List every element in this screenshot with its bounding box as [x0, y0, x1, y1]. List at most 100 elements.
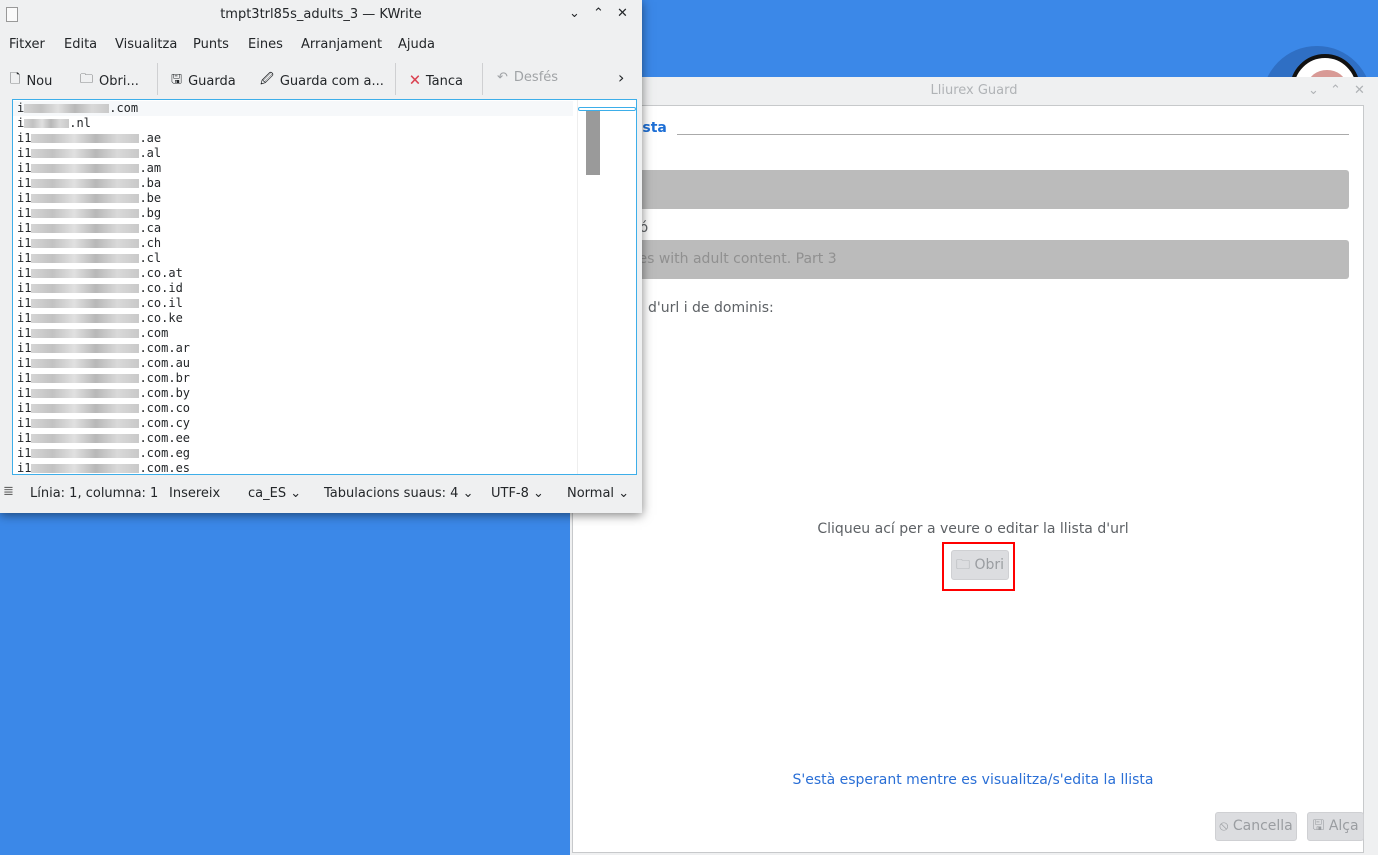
redacted-text — [31, 374, 140, 383]
chevron-down-icon: ⌄ — [462, 486, 474, 501]
window-title: Lliurex Guard — [930, 83, 1018, 98]
save-button[interactable]: 🖫 Alça — [1307, 812, 1364, 841]
redacted-text — [24, 119, 70, 128]
cursor-position[interactable]: Línia: 1, columna: 1 — [30, 486, 158, 501]
editor-line: i1 .co.id — [17, 281, 183, 296]
redacted-text — [31, 419, 140, 428]
encoding-value: UTF-8 — [491, 486, 529, 501]
editor-line: i1 .com.by — [17, 386, 190, 401]
save-button[interactable]: 🖫 Guarda — [171, 70, 236, 92]
line-suffix: .com.eg — [139, 446, 191, 460]
minimap-scrollbar[interactable] — [577, 100, 636, 474]
menu-visualitza[interactable]: Visualitza — [115, 37, 177, 52]
save-icon: 🖫 — [1312, 818, 1325, 834]
language-value: ca_ES — [248, 486, 287, 501]
minimize-icon[interactable]: ⌄ — [1308, 83, 1319, 98]
line-prefix: i1 — [17, 431, 32, 445]
undo-button[interactable]: ↶ Desfés — [497, 70, 558, 85]
name-field[interactable]: 3 — [563, 170, 1349, 209]
open-button[interactable]: 🗀 Obri — [951, 550, 1009, 580]
open-button[interactable]: 🗀 Obri... — [80, 70, 139, 92]
more-tools-chevron-icon[interactable]: › — [618, 68, 624, 87]
minimize-icon[interactable]: ⌄ — [569, 6, 580, 21]
redacted-text — [31, 389, 140, 398]
redacted-text — [31, 359, 140, 368]
lliurex-guard-window: Lliurex Guard ⌄ ⌃ ✕ llista 3 ció ages wi… — [563, 77, 1378, 855]
cancel-button[interactable]: ⦸ Cancella — [1215, 812, 1297, 841]
line-prefix: i1 — [17, 296, 32, 310]
line-prefix: i1 — [17, 251, 32, 265]
editor-line: i1 .bg — [17, 206, 161, 221]
line-prefix: i1 — [17, 176, 32, 190]
line-suffix: .bg — [139, 206, 162, 220]
line-prefix: i1 — [17, 191, 32, 205]
menu-eines[interactable]: Eines — [248, 37, 283, 52]
highlight-select[interactable]: Normal ⌄ — [567, 486, 629, 501]
prompt-text: Cliqueu ací per a veure o editar la llis… — [817, 521, 1129, 537]
redacted-text — [31, 269, 140, 278]
save-icon: 🖫 — [171, 72, 183, 87]
line-suffix: .ae — [139, 131, 162, 145]
line-suffix: .ch — [139, 236, 162, 250]
maximize-icon[interactable]: ⌃ — [593, 6, 604, 21]
line-suffix: .com.ee — [139, 431, 191, 445]
redacted-text — [31, 254, 140, 263]
line-suffix: .com — [139, 326, 169, 340]
close-doc-button[interactable]: 🗙 Tanca — [410, 70, 463, 92]
editor-line: i .nl — [17, 116, 91, 131]
editor-line: i1 .com.ar — [17, 341, 190, 356]
save-as-button[interactable]: 🖉 Guarda com a... — [260, 70, 384, 92]
redacted-text — [24, 104, 110, 113]
close-icon[interactable]: ✕ — [617, 6, 628, 21]
close-label: Tanca — [425, 73, 463, 89]
separator — [395, 63, 396, 95]
redacted-text — [31, 329, 140, 338]
line-suffix: .com — [109, 101, 139, 115]
guard-content: llista 3 ció ages with adult content. Pa… — [563, 105, 1364, 853]
redacted-text — [31, 149, 140, 158]
language-select[interactable]: ca_ES ⌄ — [248, 486, 301, 501]
line-suffix: .ca — [139, 221, 162, 235]
text-editor[interactable]: i .com i .nl i1 .ae i1 .al i1 .am i1 .ba i1 .be i1 .bg i… — [12, 99, 637, 475]
editor-line: i1 .co.il — [17, 296, 183, 311]
input-mode[interactable]: Insereix — [169, 486, 220, 501]
menu-fitxer[interactable]: Fitxer — [9, 37, 45, 52]
line-suffix: .com.es — [139, 461, 191, 475]
menu-arranjament[interactable]: Arranjament — [301, 37, 382, 52]
line-prefix: i1 — [17, 236, 32, 250]
chevron-down-icon: ⌄ — [618, 486, 630, 501]
editor-line: i1 .co.at — [17, 266, 183, 281]
chevron-down-icon: ⌄ — [290, 486, 302, 501]
menu-ajuda[interactable]: Ajuda — [398, 37, 435, 52]
line-suffix: .com.au — [139, 356, 191, 370]
menu-punts[interactable]: Punts — [193, 37, 229, 52]
menu-edita[interactable]: Edita — [64, 37, 97, 52]
editor-line: i1 .com — [17, 326, 168, 341]
window-title: tmpt3trl85s_adults_3 — KWrite — [220, 7, 422, 22]
editor-line: i1 .com.es — [17, 461, 191, 475]
line-prefix: i1 — [17, 386, 32, 400]
line-suffix: .com.cy — [139, 416, 191, 430]
folder-icon: 🗀 — [955, 557, 970, 573]
url-list-label: d'url i de dominis: — [648, 300, 774, 316]
editor-line: i1 .ch — [17, 236, 161, 251]
line-suffix: .com.co — [139, 401, 191, 415]
editor-line: i1 .cl — [17, 251, 161, 266]
line-prefix: i1 — [17, 221, 32, 235]
kwrite-window: tmpt3trl85s_adults_3 — KWrite ⌄ ⌃ ✕ Fitx… — [0, 0, 642, 513]
redacted-text — [31, 464, 140, 473]
maximize-icon[interactable]: ⌃ — [1330, 83, 1341, 98]
new-button[interactable]: 🗋 Nou — [10, 70, 52, 92]
redacted-text — [31, 314, 140, 323]
redacted-text — [31, 404, 140, 413]
redacted-text — [31, 284, 140, 293]
editor-line: i1 .ba — [17, 176, 161, 191]
line-suffix: .com.br — [139, 371, 191, 385]
indent-select[interactable]: Tabulacions suaus: 4 ⌄ — [324, 486, 474, 501]
undo-label: Desfés — [513, 70, 559, 85]
redacted-text — [31, 134, 140, 143]
redacted-text — [31, 434, 140, 443]
encoding-select[interactable]: UTF-8 ⌄ — [491, 486, 544, 501]
close-icon[interactable]: ✕ — [1354, 83, 1365, 98]
description-field[interactable]: ages with adult content. Part 3 — [563, 240, 1349, 279]
